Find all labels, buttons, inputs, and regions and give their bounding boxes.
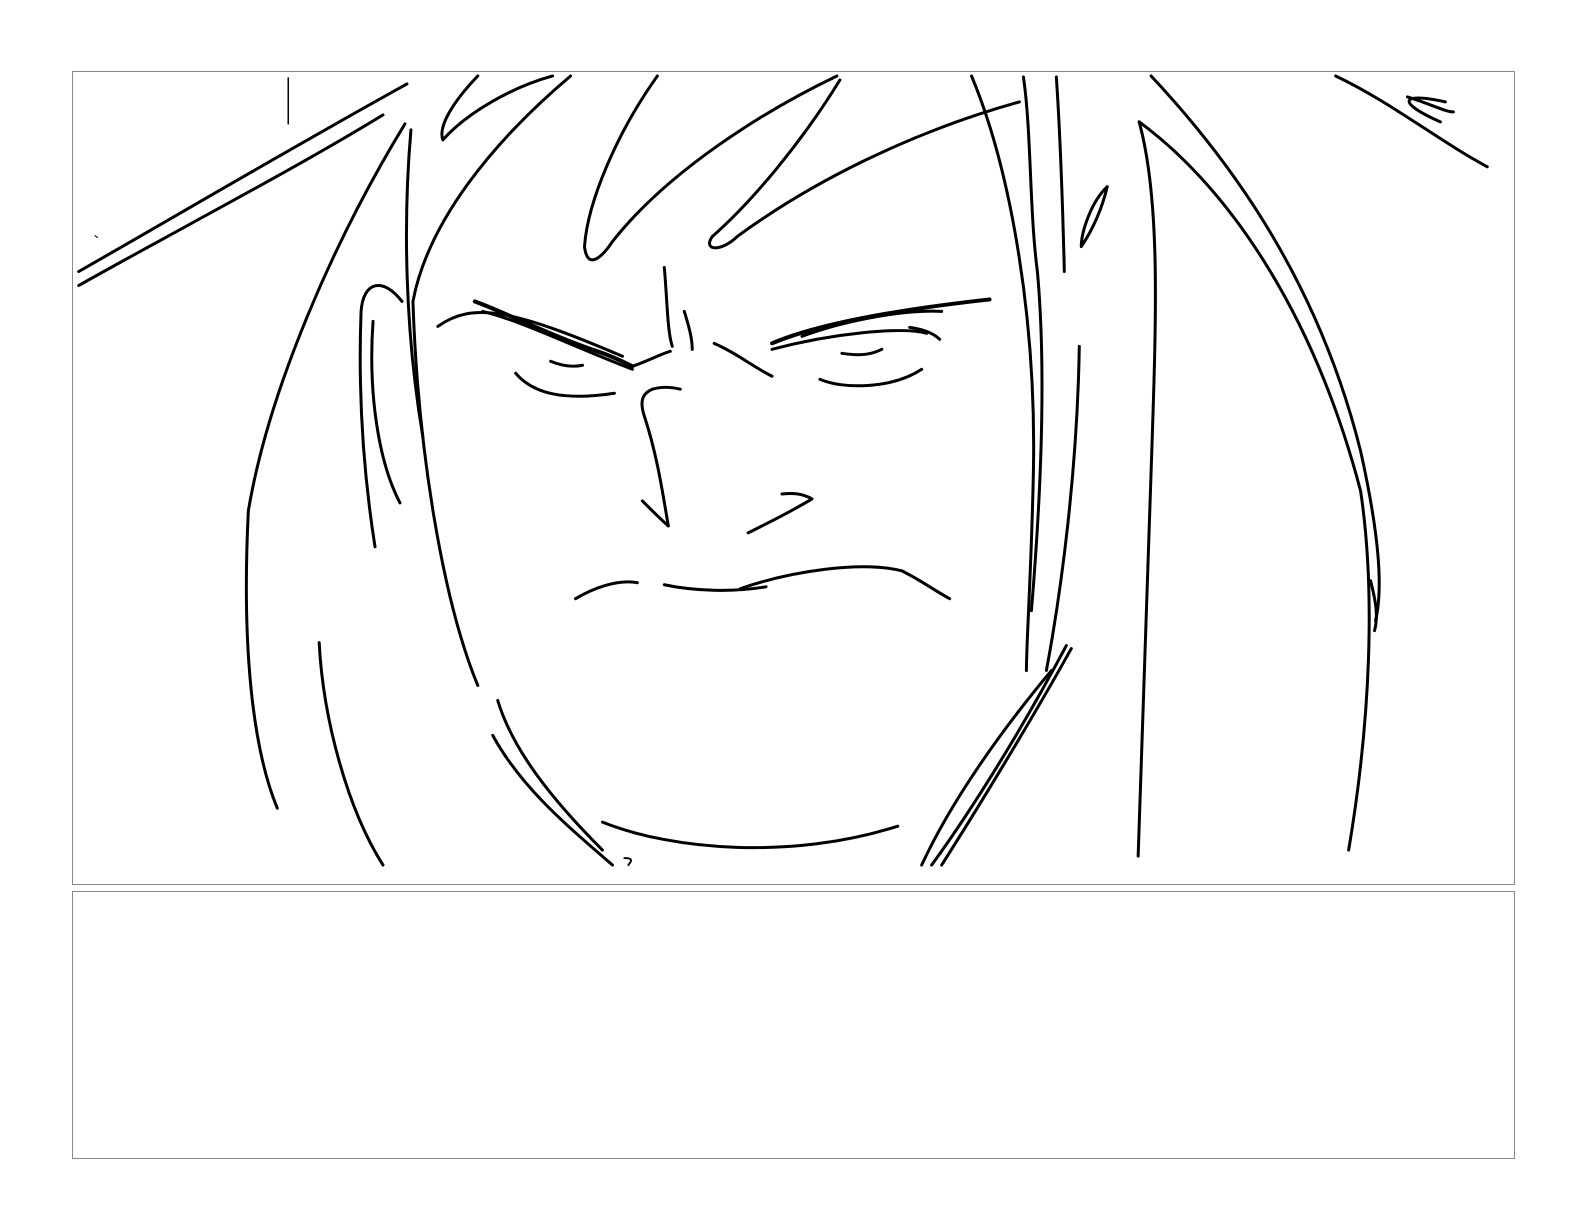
stroke-hair-left-inner [405,128,425,439]
stroke-brow-bridge [630,349,672,368]
stroke-hair-far-right-3 [1137,120,1371,852]
stroke-neck-3 [940,647,1073,867]
stroke-diag-upper [77,82,409,274]
stroke-hair-right-4 [1044,344,1081,673]
stroke-hair-top-2 [583,74,839,262]
sketch-strokes [77,74,1489,867]
stroke-hair-left-lower [317,641,385,867]
sketch-drawing [77,74,1489,867]
notes-panel [72,891,1515,1159]
storyboard-page [0,0,1584,1224]
stroke-ear-inner [370,319,402,505]
stroke-jaw-left-1 [496,698,604,852]
stroke-eye-left-lid [549,359,585,368]
stroke-eye-right-lid [840,347,884,357]
stroke-brow-left [472,299,635,369]
stroke-chin-mark [623,857,632,867]
stroke-nose-top [650,385,682,391]
stroke-hair-far-right-4 [1369,579,1378,633]
stroke-neck-1 [920,669,1053,867]
stroke-chin [600,820,900,850]
stroke-hair-far-right-2 [1136,120,1157,858]
stroke-hair-far-right-1 [1149,74,1381,623]
stroke-jaw-left-2 [491,733,614,867]
stroke-crease-3 [712,341,774,378]
stroke-crease-2 [682,309,694,351]
stroke-nose-right [746,491,814,535]
stroke-face-left [411,74,573,687]
sketch-panel [72,71,1515,885]
stroke-hair-right-main [970,74,1036,673]
stroke-hair-right-3 [1054,75,1066,274]
stroke-crease-1 [662,266,674,348]
stroke-mouth-right [738,565,952,601]
stroke-eye-left [514,371,616,398]
stroke-ear-outer [358,284,404,549]
stroke-hair-top-3 [708,78,1021,250]
stroke-eye-right [818,367,924,388]
stroke-diag-lower [77,113,385,287]
stroke-brow-left-3 [481,309,634,371]
stroke-hair-right-5 [1079,185,1109,249]
stroke-dot [94,235,99,239]
stroke-mouth-left [574,580,639,601]
stroke-corner-1 [1334,74,1489,169]
